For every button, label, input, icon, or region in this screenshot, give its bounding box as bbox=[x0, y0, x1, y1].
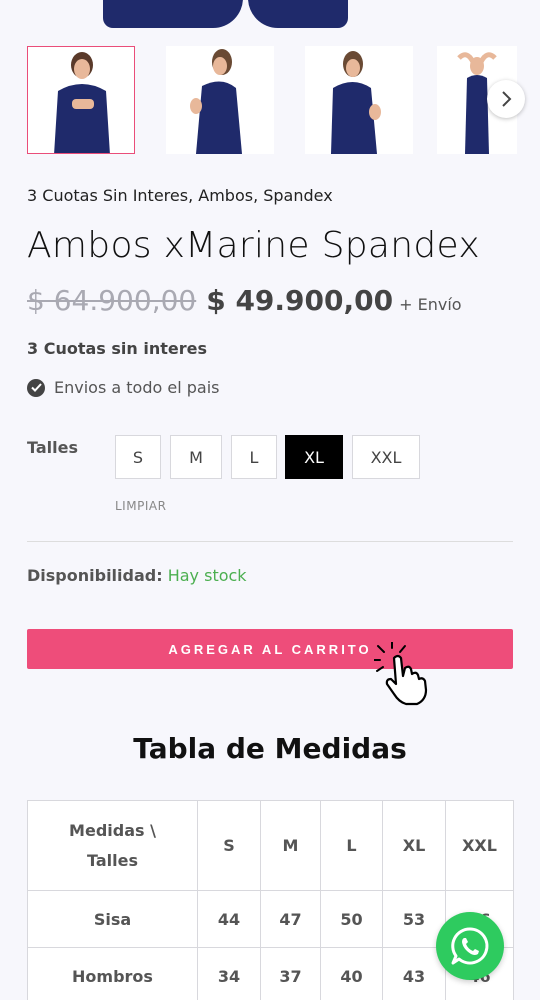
column-header: L bbox=[320, 800, 383, 891]
installments-note: 3 Cuotas sin interes bbox=[27, 339, 207, 358]
hand-pointer-icon bbox=[373, 641, 436, 710]
availability-label: Disponibilidad: bbox=[27, 566, 163, 585]
table-cell: 50 bbox=[320, 890, 383, 948]
table-cell: 37 bbox=[260, 947, 321, 1000]
current-price: $ 49.900,00 bbox=[206, 284, 394, 317]
row-label: Sisa bbox=[27, 890, 198, 948]
divider bbox=[27, 541, 513, 542]
product-hero-image bbox=[0, 0, 540, 28]
shipping-info-text: Envios a todo el pais bbox=[54, 378, 220, 397]
column-header: XXL bbox=[445, 800, 514, 891]
price-row: $ 64.900,00 $ 49.900,00 + Envío bbox=[27, 284, 462, 324]
table-header-row: Medidas \ Talles S M L XL XXL bbox=[27, 800, 514, 891]
column-header: XL bbox=[382, 800, 446, 891]
product-title: Ambos xMarine Spandex bbox=[27, 225, 480, 266]
corner-header-line-2: Talles bbox=[87, 850, 138, 870]
size-chart-table: Medidas \ Talles S M L XL XXL Sisa 44 47… bbox=[27, 800, 514, 1000]
whatsapp-icon[interactable] bbox=[436, 912, 504, 980]
thumbnail-gallery bbox=[27, 46, 527, 154]
size-option-xl[interactable]: XL bbox=[285, 435, 343, 479]
old-price: $ 64.900,00 bbox=[27, 284, 197, 317]
column-header: M bbox=[260, 800, 321, 891]
size-option-s[interactable]: S bbox=[115, 435, 161, 479]
table-cell: 43 bbox=[382, 947, 446, 1000]
size-option-xxl[interactable]: XXL bbox=[352, 435, 420, 479]
table-corner-header: Medidas \ Talles bbox=[27, 800, 198, 891]
table-cell: 34 bbox=[197, 947, 261, 1000]
corner-header-line-1: Medidas \ bbox=[69, 820, 156, 840]
column-header: S bbox=[197, 800, 261, 891]
thumbnail-side-view[interactable] bbox=[166, 46, 274, 154]
table-cell: 44 bbox=[197, 890, 261, 948]
chevron-right-icon[interactable] bbox=[487, 80, 525, 118]
size-chart-title: Tabla de Medidas bbox=[133, 732, 407, 765]
availability-value: Hay stock bbox=[167, 566, 247, 585]
size-option-m[interactable]: M bbox=[170, 435, 222, 479]
table-cell: 40 bbox=[320, 947, 383, 1000]
table-cell: 47 bbox=[260, 890, 321, 948]
shipping-note: + Envío bbox=[399, 295, 462, 314]
thumbnail-side-front-view[interactable] bbox=[305, 46, 413, 154]
shipping-info: Envios a todo el pais bbox=[27, 378, 219, 397]
size-option-l[interactable]: L bbox=[231, 435, 277, 479]
product-category[interactable]: 3 Cuotas Sin Interes, Ambos, Spandex bbox=[27, 186, 333, 205]
add-to-cart-button[interactable]: AGREGAR AL CARRITO bbox=[27, 629, 513, 669]
check-circle-icon bbox=[27, 378, 45, 397]
thumbnail-front-hands-on-chest[interactable] bbox=[27, 46, 135, 154]
sizes-label: Talles bbox=[27, 438, 78, 457]
clear-selection-link[interactable]: LIMPIAR bbox=[115, 499, 166, 513]
row-label: Hombros bbox=[27, 947, 198, 1000]
availability: Disponibilidad: Hay stock bbox=[27, 566, 247, 585]
